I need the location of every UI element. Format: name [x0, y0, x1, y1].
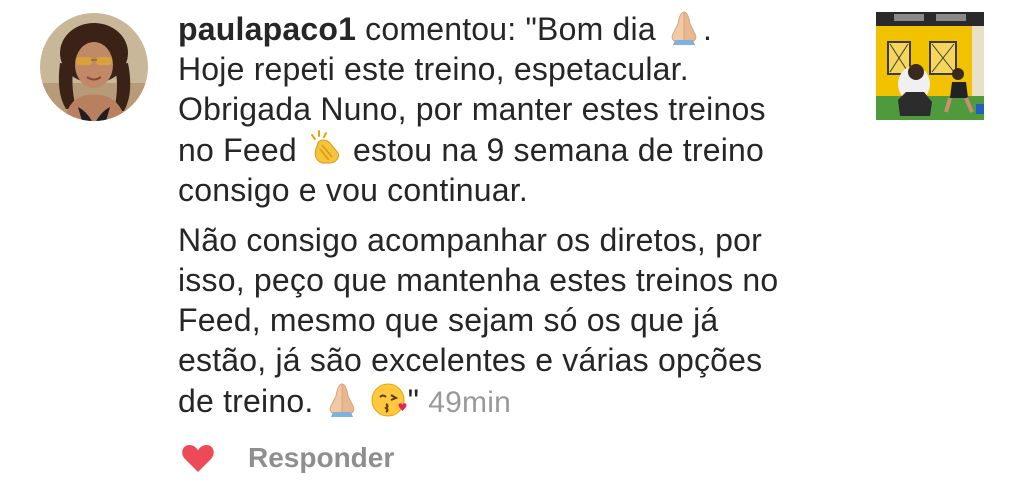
- clapping-hands-icon: [306, 129, 344, 167]
- comment-line-8: Feed, mesmo que sejam só os que já: [178, 302, 719, 338]
- comment-line-6: Não consigo acompanhar os diretos, por: [178, 222, 762, 258]
- comment-closing-quote: ": [407, 383, 420, 419]
- comment-line-7: isso, peço que mantenha estes treinos no: [178, 262, 779, 298]
- comment-line-1: paulapaco1 comentou: "Bom dia .: [178, 8, 858, 49]
- comment-timestamp[interactable]: 49min: [428, 386, 511, 419]
- comment-text-feed: no Feed: [178, 132, 297, 168]
- praying-hands-icon: [323, 380, 361, 418]
- comment-line-9: estão, já são excelentes e várias opções: [178, 342, 763, 378]
- heart-icon[interactable]: [180, 440, 216, 476]
- comment-verb: comentou:: [365, 11, 517, 47]
- kissing-face-icon: [370, 380, 408, 418]
- comment-line-2: Hoje repeti este treino, espetacular.: [178, 51, 689, 87]
- comment-line-4: no Feed estou na 9 semana de treino: [178, 129, 858, 170]
- post-thumbnail-image: [876, 12, 984, 120]
- comment-line-3: Obrigada Nuno, por manter estes treinos: [178, 91, 766, 127]
- avatar-image: [40, 13, 148, 121]
- username-link[interactable]: paulapaco1: [178, 11, 356, 47]
- comment-actions: Responder: [180, 437, 394, 479]
- comment-body: paulapaco1 comentou: "Bom dia . Hoje rep…: [178, 8, 858, 423]
- reply-button[interactable]: Responder: [248, 442, 394, 474]
- comment-text-week: estou na 9 semana de treino: [353, 132, 765, 168]
- comment-line-5: consigo e vou continuar.: [178, 172, 528, 208]
- praying-hands-icon: [665, 8, 703, 46]
- avatar[interactable]: [40, 13, 148, 121]
- post-thumbnail[interactable]: [876, 12, 984, 120]
- comment-text-greeting: "Bom dia: [525, 11, 656, 47]
- comment-line-10: de treino. " 49min: [178, 380, 858, 423]
- comment-text-period: .: [702, 11, 713, 47]
- comment-text-end: de treino.: [178, 383, 314, 419]
